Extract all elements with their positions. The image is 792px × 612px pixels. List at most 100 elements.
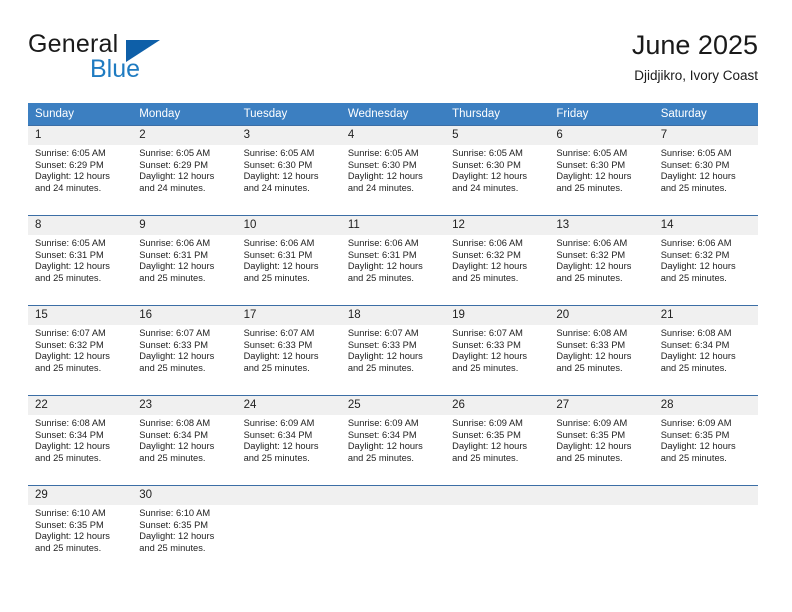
calendar-day-cell[interactable]: 12 Sunrise: 6:06 AM Sunset: 6:32 PM Dayligh…: [445, 215, 550, 306]
page-header: General Blue June 2025 Djidjikro, Ivory …: [28, 28, 758, 96]
daylight-duration-line2: and 24 minutes.: [347, 182, 414, 193]
calendar-day-cell[interactable]: 11 Sunrise: 6:06 AM Sunset: 6:31 PM Dayligh…: [340, 215, 446, 306]
daylight-duration-line2: and 25 minutes.: [556, 452, 623, 463]
daylight-duration-line2: and 25 minutes.: [35, 272, 102, 283]
day-sun-info: Sunrise: 6:07 AM Sunset: 6:32 PM Daylight:…: [28, 325, 132, 374]
day-cell-content: 23 Sunrise: 6:08 AM Sunset: 6:34 PM Dayligh…: [132, 396, 237, 485]
daylight-duration-line1: Daylight: 12 hours: [452, 261, 528, 272]
day-number: 3: [236, 126, 341, 145]
calendar-day-cell[interactable]: 15 Sunrise: 6:07 AM Sunset: 6:32 PM Dayligh…: [28, 305, 133, 396]
day-cell-content: 24 Sunrise: 6:09 AM Sunset: 6:34 PM Dayligh…: [236, 396, 341, 485]
sunrise-time: Sunrise: 6:07 AM: [35, 328, 106, 338]
day-number: 14: [653, 216, 758, 235]
day-cell-content: [653, 486, 758, 575]
sunset-time: Sunset: 6:33 PM: [556, 339, 626, 350]
day-sun-info: Sunrise: 6:08 AM Sunset: 6:33 PM Daylight:…: [549, 325, 653, 374]
calendar-day-cell[interactable]: 14 Sunrise: 6:06 AM Sunset: 6:32 PM Dayligh…: [653, 215, 758, 306]
calendar-day-cell[interactable]: 8 Sunrise: 6:05 AM Sunset: 6:31 PM Daylight…: [28, 215, 133, 306]
calendar-day-cell[interactable]: 26 Sunrise: 6:09 AM Sunset: 6:35 PM Dayligh…: [445, 395, 550, 486]
daylight-duration-line1: Daylight: 12 hours: [660, 351, 736, 362]
sunrise-time: Sunrise: 6:05 AM: [139, 148, 211, 158]
day-number: 26: [445, 396, 550, 415]
calendar-day-cell[interactable]: 25 Sunrise: 6:09 AM Sunset: 6:34 PM Dayligh…: [340, 395, 446, 486]
calendar-day-cell[interactable]: 17 Sunrise: 6:07 AM Sunset: 6:33 PM Dayligh…: [236, 305, 341, 396]
daylight-duration-line1: Daylight: 12 hours: [660, 171, 736, 182]
daylight-duration-line1: Daylight: 12 hours: [347, 351, 423, 362]
calendar-day-cell[interactable]: 27 Sunrise: 6:09 AM Sunset: 6:35 PM Dayligh…: [549, 395, 654, 486]
daylight-duration-line1: Daylight: 12 hours: [556, 351, 632, 362]
day-cell-content: 26 Sunrise: 6:09 AM Sunset: 6:35 PM Dayligh…: [445, 396, 550, 485]
calendar-day-cell[interactable]: 18 Sunrise: 6:07 AM Sunset: 6:33 PM Dayligh…: [340, 305, 446, 396]
sunrise-time: Sunrise: 6:10 AM: [139, 508, 211, 518]
day-number: 15: [28, 306, 133, 325]
daylight-duration-line1: Daylight: 12 hours: [139, 351, 215, 362]
calendar-day-cell[interactable]: 1 Sunrise: 6:05 AM Sunset: 6:29 PM Daylight…: [28, 125, 133, 216]
calendar-day-cell[interactable]: 5 Sunrise: 6:05 AM Sunset: 6:30 PM Daylight…: [445, 125, 550, 216]
sunset-time: Sunset: 6:32 PM: [452, 249, 521, 260]
sunrise-time: Sunrise: 6:06 AM: [139, 238, 211, 248]
sunrise-time: Sunrise: 6:05 AM: [243, 148, 315, 158]
day-sun-info: Sunrise: 6:09 AM Sunset: 6:35 PM Daylight:…: [549, 415, 653, 464]
day-number: 19: [445, 306, 550, 325]
calendar-day-cell[interactable]: 24 Sunrise: 6:09 AM Sunset: 6:34 PM Dayligh…: [236, 395, 341, 486]
sunset-time: Sunset: 6:32 PM: [660, 249, 730, 260]
sunrise-time: Sunrise: 6:09 AM: [452, 418, 523, 428]
daylight-duration-line1: Daylight: 12 hours: [243, 171, 319, 182]
sunset-time: Sunset: 6:35 PM: [556, 429, 626, 440]
calendar-day-cell[interactable]: 29 Sunrise: 6:10 AM Sunset: 6:35 PM Dayligh…: [28, 485, 133, 575]
day-sun-info: Sunrise: 6:05 AM Sunset: 6:30 PM Daylight:…: [654, 145, 758, 194]
sunset-time: Sunset: 6:35 PM: [139, 519, 209, 530]
daylight-duration-line2: and 25 minutes.: [452, 362, 519, 373]
sunrise-time: Sunrise: 6:07 AM: [347, 328, 419, 338]
daylight-duration-line1: Daylight: 12 hours: [139, 531, 215, 542]
day-number: 10: [236, 216, 341, 235]
sunrise-time: Sunrise: 6:09 AM: [347, 418, 419, 428]
calendar-week-row: 29 Sunrise: 6:10 AM Sunset: 6:35 PM Dayligh…: [28, 485, 758, 575]
day-sun-info: Sunrise: 6:05 AM Sunset: 6:30 PM Daylight:…: [549, 145, 653, 194]
calendar-table: Sunday Monday Tuesday Wednesday Thursday…: [28, 103, 758, 575]
daylight-duration-line1: Daylight: 12 hours: [452, 171, 528, 182]
daylight-duration-line2: and 25 minutes.: [660, 182, 727, 193]
calendar-day-cell[interactable]: 9 Sunrise: 6:06 AM Sunset: 6:31 PM Daylight…: [132, 215, 237, 306]
weekday-header-tuesday: Tuesday: [236, 103, 341, 126]
calendar-day-cell[interactable]: 7 Sunrise: 6:05 AM Sunset: 6:30 PM Daylight…: [653, 125, 758, 216]
day-number: [236, 486, 341, 505]
sunset-time: Sunset: 6:33 PM: [243, 339, 313, 350]
daylight-duration-line1: Daylight: 12 hours: [243, 261, 319, 272]
calendar-day-cell[interactable]: 22 Sunrise: 6:08 AM Sunset: 6:34 PM Dayligh…: [28, 395, 133, 486]
sunset-time: Sunset: 6:32 PM: [556, 249, 626, 260]
calendar-day-cell[interactable]: 19 Sunrise: 6:07 AM Sunset: 6:33 PM Dayligh…: [445, 305, 550, 396]
brand-logo[interactable]: General Blue: [28, 30, 258, 92]
calendar-day-cell[interactable]: 2 Sunrise: 6:05 AM Sunset: 6:29 PM Daylight…: [132, 125, 237, 216]
day-cell-content: 28 Sunrise: 6:09 AM Sunset: 6:35 PM Dayligh…: [653, 396, 758, 485]
sunset-time: Sunset: 6:31 PM: [347, 249, 417, 260]
calendar-day-cell[interactable]: 3 Sunrise: 6:05 AM Sunset: 6:30 PM Daylight…: [236, 125, 341, 216]
sunset-time: Sunset: 6:31 PM: [243, 249, 313, 260]
day-sun-info: Sunrise: 6:06 AM Sunset: 6:31 PM Daylight:…: [341, 235, 445, 284]
calendar-day-cell[interactable]: 10 Sunrise: 6:06 AM Sunset: 6:31 PM Dayligh…: [236, 215, 341, 306]
weekday-header-friday: Friday: [549, 103, 654, 126]
calendar-day-cell[interactable]: 23 Sunrise: 6:08 AM Sunset: 6:34 PM Dayligh…: [132, 395, 237, 486]
calendar-day-cell[interactable]: 30 Sunrise: 6:10 AM Sunset: 6:35 PM Dayligh…: [132, 485, 237, 575]
calendar-day-cell[interactable]: 28 Sunrise: 6:09 AM Sunset: 6:35 PM Dayligh…: [653, 395, 758, 486]
calendar-day-cell[interactable]: 6 Sunrise: 6:05 AM Sunset: 6:30 PM Daylight…: [549, 125, 654, 216]
calendar-day-cell[interactable]: 13 Sunrise: 6:06 AM Sunset: 6:32 PM Dayligh…: [549, 215, 654, 306]
sunset-time: Sunset: 6:33 PM: [139, 339, 209, 350]
sunrise-time: Sunrise: 6:05 AM: [452, 148, 523, 158]
day-sun-info: Sunrise: 6:08 AM Sunset: 6:34 PM Daylight:…: [28, 415, 132, 464]
day-number: 21: [653, 306, 758, 325]
calendar-day-cell[interactable]: 4 Sunrise: 6:05 AM Sunset: 6:30 PM Daylight…: [340, 125, 446, 216]
calendar-day-cell[interactable]: 20 Sunrise: 6:08 AM Sunset: 6:33 PM Dayligh…: [549, 305, 654, 396]
day-cell-content: 21 Sunrise: 6:08 AM Sunset: 6:34 PM Dayligh…: [653, 306, 758, 395]
sunrise-time: Sunrise: 6:08 AM: [35, 418, 106, 428]
calendar-day-cell[interactable]: 16 Sunrise: 6:07 AM Sunset: 6:33 PM Dayligh…: [132, 305, 237, 396]
daylight-duration-line2: and 25 minutes.: [243, 272, 310, 283]
day-cell-content: 17 Sunrise: 6:07 AM Sunset: 6:33 PM Dayligh…: [236, 306, 341, 395]
day-cell-content: 3 Sunrise: 6:05 AM Sunset: 6:30 PM Daylight…: [236, 126, 341, 215]
day-number: 22: [28, 396, 133, 415]
calendar-day-cell[interactable]: 21 Sunrise: 6:08 AM Sunset: 6:34 PM Dayligh…: [653, 305, 758, 396]
daylight-duration-line2: and 25 minutes.: [347, 452, 414, 463]
day-cell-content: 6 Sunrise: 6:05 AM Sunset: 6:30 PM Daylight…: [549, 126, 654, 215]
day-cell-content: 1 Sunrise: 6:05 AM Sunset: 6:29 PM Daylight…: [28, 126, 133, 215]
daylight-duration-line1: Daylight: 12 hours: [139, 261, 215, 272]
